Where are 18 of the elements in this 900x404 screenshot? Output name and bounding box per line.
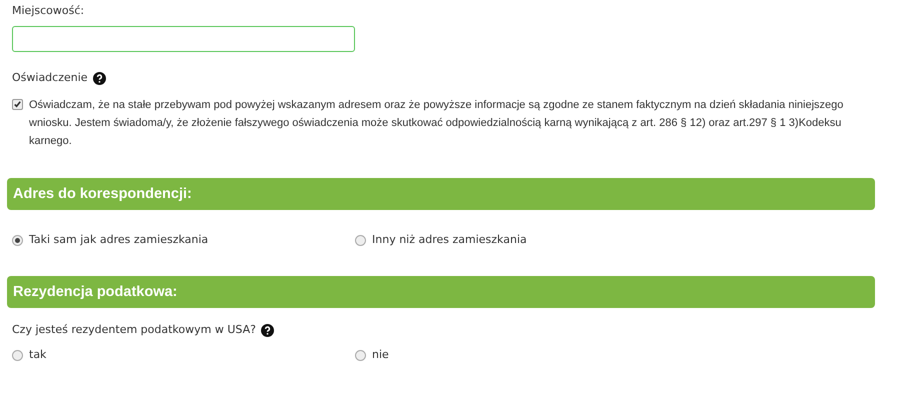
field-label: Miejscowość: bbox=[12, 3, 84, 19]
question-label: Czy jesteś rezydentem podatkowym w USA? bbox=[12, 322, 256, 338]
radio-button[interactable] bbox=[355, 234, 366, 246]
checkbox[interactable] bbox=[12, 99, 23, 110]
option-label: nie bbox=[372, 347, 389, 363]
radio-button[interactable] bbox=[355, 350, 366, 360]
section-title: Rezydencja podatkowa: bbox=[13, 284, 178, 300]
option-label: tak bbox=[29, 347, 46, 363]
radio-button[interactable] bbox=[12, 234, 23, 246]
option-label: Inny niż adres zamieszkania bbox=[372, 232, 527, 248]
help-icon[interactable] bbox=[92, 72, 106, 84]
input-field[interactable] bbox=[12, 26, 355, 52]
option-label: Taki sam jak adres zamieszkania bbox=[29, 232, 208, 248]
declaration-text: Oświadczam, że na stałe przebywam pod powyżej wskazanym adresem oraz że powyższe informacje są zgodne ze stanem faktycznym na dzień składania niniejszego wniosku. Jestem świadoma/y, że złożenie fałszywego oświadczenia może skutkować odpowiedzialnością karną wynikającą z art. 286 § 12) oraz art.297 § 1 3)Kodeksu karnego. bbox=[29, 98, 844, 149]
section-label: Oświadczenie bbox=[12, 70, 88, 86]
help-icon[interactable] bbox=[260, 324, 274, 336]
section-title: Adres do korespondencji: bbox=[13, 186, 192, 202]
radio-button[interactable] bbox=[12, 350, 23, 360]
